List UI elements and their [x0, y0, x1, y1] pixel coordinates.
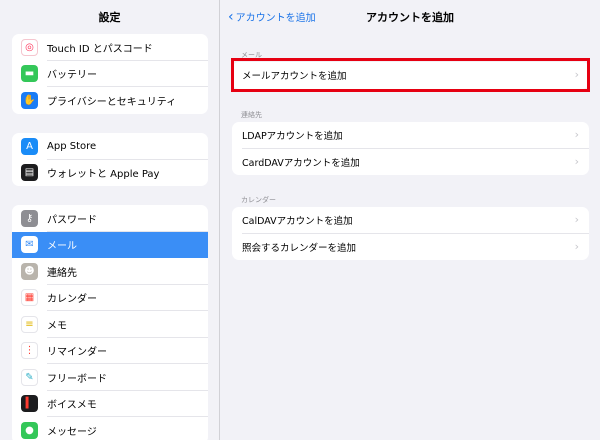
calendar-icon: ▦ [21, 289, 38, 307]
mail-icon: ✉ [21, 236, 38, 254]
row-label: LDAPアカウントを追加 [242, 131, 343, 143]
sidebar-item-contacts[interactable]: ☻ 連絡先 [12, 258, 208, 285]
hand-icon: ✋ [21, 91, 38, 109]
sidebar-item-wallet[interactable]: ▤ ウォレットと Apple Pay [12, 160, 208, 187]
fingerprint-icon: ◎ [21, 38, 38, 56]
back-button[interactable]: ‹ アカウントを追加 [228, 8, 316, 25]
sidebar-item-app-store[interactable]: A App Store [12, 133, 208, 160]
chevron-right-icon: › [574, 213, 579, 226]
wallet-icon: ▤ [21, 164, 38, 182]
back-button-label: アカウントを追加 [235, 13, 316, 24]
section-label-contacts: 連絡先 [241, 111, 262, 119]
sidebar-item-label: フリーボード [47, 373, 107, 385]
row-label: CalDAVアカウントを追加 [242, 216, 353, 228]
sidebar-item-label: カレンダー [47, 294, 97, 306]
sidebar-item-messages[interactable]: ● メッセージ [12, 417, 208, 440]
sidebar-group-store: A App Store ▤ ウォレットと Apple Pay [12, 133, 208, 186]
sidebar-item-reminders[interactable]: ⋮ リマインダー [12, 338, 208, 364]
calendar-section: CalDAVアカウントを追加 › 照会するカレンダーを追加 › [232, 207, 589, 260]
chevron-left-icon: ‹ [228, 8, 234, 25]
row-label: CardDAVアカウントを追加 [242, 157, 360, 169]
sidebar-item-label: App Store [47, 140, 97, 152]
add-carddav-account-row[interactable]: CardDAVアカウントを追加 › [232, 149, 589, 176]
sidebar-item-touch-id[interactable]: ◎ Touch ID とパスコード [12, 34, 208, 61]
add-caldav-account-row[interactable]: CalDAVアカウントを追加 › [232, 207, 589, 234]
sidebar-item-label: Touch ID とパスコード [47, 43, 153, 55]
add-subscribed-calendar-row[interactable]: 照会するカレンダーを追加 › [232, 234, 589, 261]
freeform-icon: ✎ [21, 368, 38, 386]
voice-memo-icon: ▍ [21, 395, 38, 413]
sidebar-item-freeform[interactable]: ✎ フリーボード [12, 364, 208, 391]
sidebar-item-notes[interactable]: ≡ メモ [12, 311, 208, 338]
section-label-calendar: カレンダー [241, 196, 276, 204]
sidebar-item-battery[interactable]: ▬ バッテリー [12, 61, 208, 87]
sidebar-item-label: プライバシーとセキュリティ [47, 96, 177, 108]
battery-icon: ▬ [21, 65, 38, 83]
highlight-box [231, 58, 590, 92]
sidebar-item-label: 連絡先 [47, 267, 77, 279]
sidebar-item-passwords[interactable]: ⚷ パスワード [12, 205, 208, 232]
reminders-icon: ⋮ [21, 342, 38, 360]
sidebar-item-label: バッテリー [47, 70, 97, 82]
key-icon: ⚷ [21, 209, 38, 227]
app-store-icon: A [21, 137, 38, 155]
chevron-right-icon: › [574, 128, 579, 141]
sidebar-item-label: メモ [47, 320, 67, 332]
sidebar-item-label: リマインダー [47, 347, 107, 359]
sidebar-item-label: ウォレットと Apple Pay [47, 169, 160, 181]
sidebar-item-label: パスワード [47, 214, 97, 226]
contacts-section: LDAPアカウントを追加 › CardDAVアカウントを追加 › [232, 122, 589, 175]
chevron-right-icon: › [574, 154, 579, 168]
add-ldap-account-row[interactable]: LDAPアカウントを追加 › [232, 122, 589, 149]
sidebar-group-apps: ⚷ パスワード ✉ メール ☻ 連絡先 ▦ カレンダー ≡ メモ ⋮ リマインダ… [12, 205, 208, 440]
sidebar-item-calendar[interactable]: ▦ カレンダー [12, 285, 208, 311]
detail-pane: アカウントを追加 ‹ アカウントを追加 メール メールアカウントを追加 › 連絡… [220, 0, 600, 440]
sidebar-item-label: ボイスメモ [47, 400, 97, 412]
sidebar-item-voice-memos[interactable]: ▍ ボイスメモ [12, 391, 208, 417]
chevron-right-icon: › [574, 239, 579, 253]
settings-sidebar: 設定 ◎ Touch ID とパスコード ▬ バッテリー ✋ プライバシーとセキ… [0, 0, 220, 440]
row-label: 照会するカレンダーを追加 [242, 242, 357, 254]
notes-icon: ≡ [21, 315, 38, 333]
sidebar-item-privacy[interactable]: ✋ プライバシーとセキュリティ [12, 87, 208, 114]
messages-icon: ● [21, 421, 38, 439]
sidebar-group-security: ◎ Touch ID とパスコード ▬ バッテリー ✋ プライバシーとセキュリテ… [12, 34, 208, 114]
sidebar-item-mail[interactable]: ✉ メール [12, 231, 208, 258]
sidebar-item-label: メッセージ [47, 426, 97, 438]
sidebar-title: 設定 [98, 11, 121, 24]
sidebar-item-label: メール [47, 241, 77, 253]
contacts-icon: ☻ [21, 262, 38, 280]
